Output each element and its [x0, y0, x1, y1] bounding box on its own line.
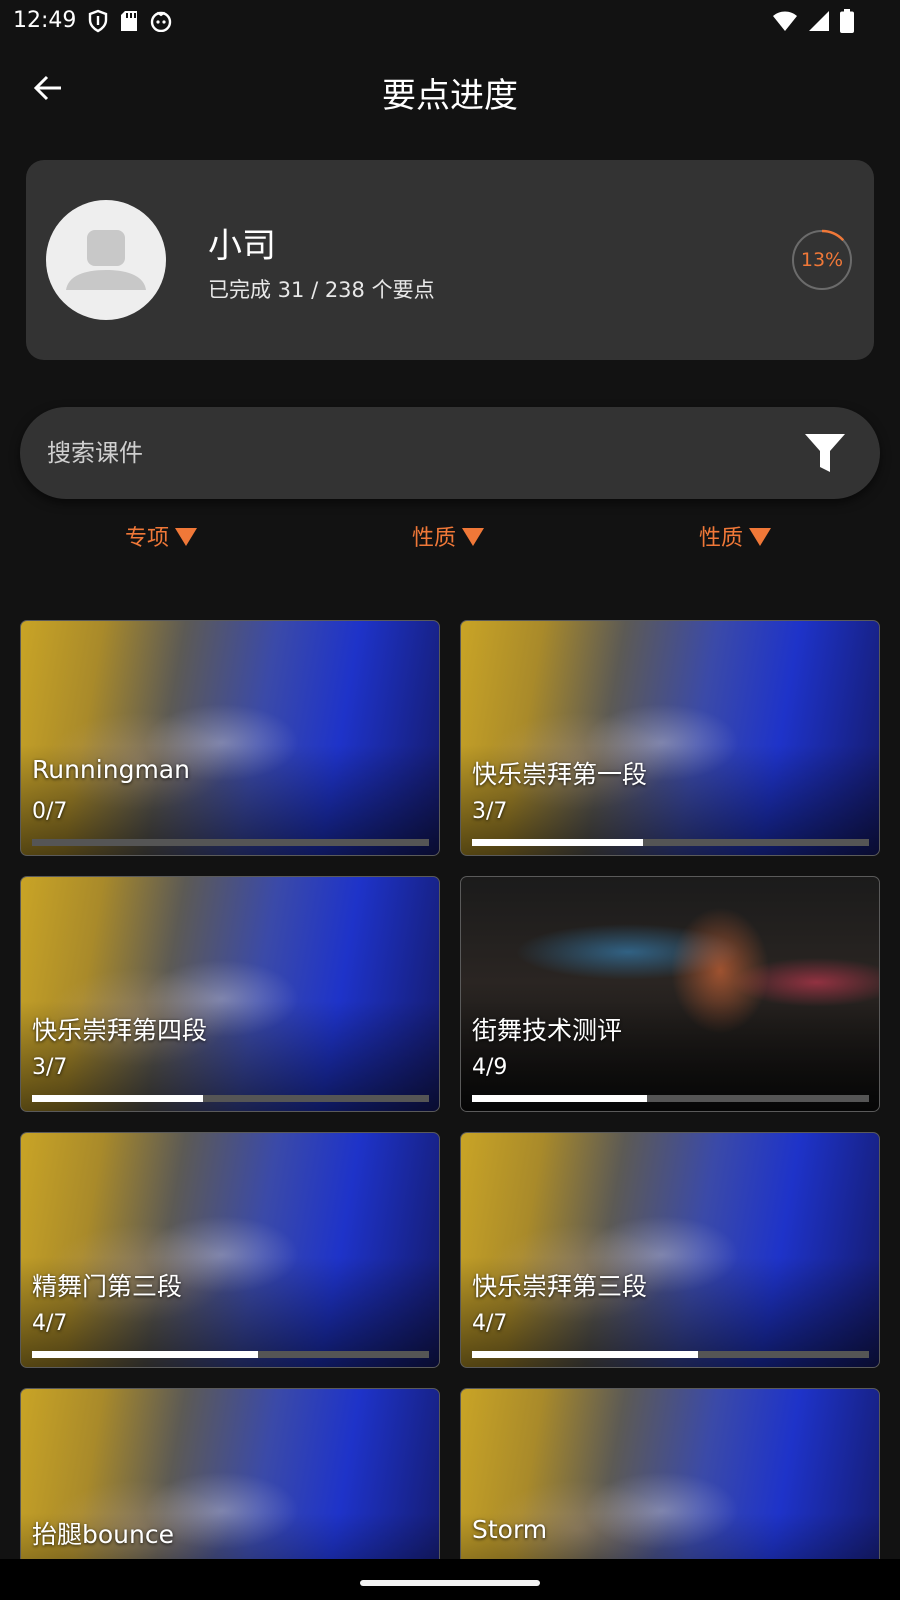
course-card[interactable]: 街舞技术测评 4/9: [460, 876, 880, 1112]
avatar[interactable]: [46, 200, 166, 320]
course-progress-bar: [32, 1095, 429, 1102]
course-title: 快乐崇拜第三段: [472, 1272, 648, 1301]
course-card[interactable]: 快乐崇拜第四段 3/7: [20, 876, 440, 1112]
course-card[interactable]: 快乐崇拜第一段 3/7: [460, 620, 880, 856]
filter-tab-nature-2[interactable]: 性质: [699, 520, 772, 552]
course-title: 街舞技术测评: [472, 1016, 623, 1045]
course-count: 3/7: [32, 1055, 68, 1080]
course-title: Storm: [472, 1515, 548, 1544]
search-input[interactable]: [47, 427, 767, 479]
status-bar: 12:49: [0, 0, 900, 44]
course-count: 4/7: [472, 1311, 508, 1336]
gesture-nav-bar: [0, 1559, 900, 1600]
course-card[interactable]: Runningman 0/7: [20, 620, 440, 856]
course-progress-bar: [32, 839, 429, 846]
status-icons-left: [88, 9, 172, 33]
profile-name: 小司: [208, 226, 276, 266]
status-time: 12:49: [13, 8, 77, 33]
shield-icon: [88, 9, 108, 33]
person-placeholder-icon: [66, 230, 146, 290]
course-count: 0/7: [32, 799, 68, 824]
course-progress-fill: [472, 1095, 647, 1102]
progress-percent: 13%: [800, 249, 844, 271]
sd-card-icon: [121, 11, 137, 31]
wifi-icon: [773, 11, 797, 31]
battery-icon: [840, 9, 854, 33]
status-icons-right: [772, 9, 854, 33]
triangle-down-icon: [175, 528, 198, 546]
app-bar: 要点进度: [0, 56, 900, 120]
filter-row: 专项 性质 性质: [0, 520, 900, 560]
course-progress-bar: [32, 1351, 429, 1358]
course-title: 快乐崇拜第一段: [472, 760, 648, 789]
filter-button[interactable]: [802, 432, 848, 474]
course-title: 快乐崇拜第四段: [32, 1016, 208, 1045]
page-title: 要点进度: [382, 76, 518, 116]
funnel-icon: [805, 434, 845, 472]
course-card[interactable]: 快乐崇拜第三段 4/7: [460, 1132, 880, 1368]
course-progress-bar: [472, 839, 869, 846]
course-title: 精舞门第三段: [32, 1272, 183, 1301]
course-title: 抬腿bounce: [32, 1520, 174, 1549]
course-progress-fill: [32, 1351, 259, 1358]
filter-tab-nature[interactable]: 性质: [412, 520, 485, 552]
course-progress-fill: [472, 1351, 699, 1358]
signal-icon: [809, 11, 829, 31]
course-progress-bar: [472, 1095, 869, 1102]
search-bar: [20, 407, 880, 499]
filter-tab-label: 性质: [412, 526, 457, 551]
triangle-down-icon: [749, 528, 772, 546]
filter-tab-specialty[interactable]: 专项: [125, 520, 198, 552]
profile-card: 小司 已完成 31 / 238 个要点 13%: [26, 160, 874, 360]
course-progress-fill: [32, 1095, 203, 1102]
filter-tab-label: 专项: [125, 526, 170, 551]
filter-tab-label: 性质: [699, 526, 744, 551]
face-icon: [150, 11, 172, 32]
course-card[interactable]: 精舞门第三段 4/7: [20, 1132, 440, 1368]
home-handle[interactable]: [360, 1580, 540, 1586]
course-count: 4/9: [472, 1055, 508, 1080]
course-count: 4/7: [32, 1311, 68, 1336]
course-count: 3/7: [472, 799, 508, 824]
triangle-down-icon: [462, 528, 485, 546]
course-progress-fill: [472, 839, 643, 846]
course-progress-bar: [472, 1351, 869, 1358]
profile-progress-text: 已完成 31 / 238 个要点: [208, 278, 435, 302]
course-title: Runningman: [32, 755, 190, 784]
